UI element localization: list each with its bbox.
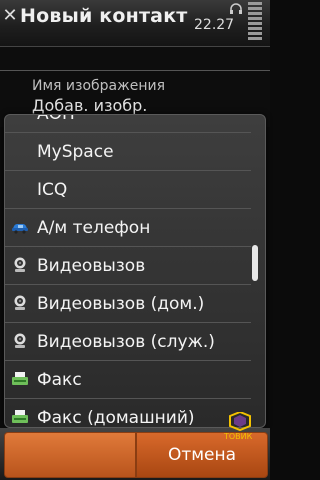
list-item-video-call-work[interactable]: Видеовызов (служ.) [5,323,251,361]
fax-icon [11,409,29,425]
list-item-label: Видеовызов [37,256,146,276]
list-item-fax[interactable]: Факс [5,361,251,399]
list-item-car-phone[interactable]: А/м телефон [5,209,251,247]
webcam-icon [11,257,29,273]
svg-text:ТОВИК: ТОВИК [223,432,253,441]
list-item-myspace[interactable]: MySpace [5,133,251,171]
list-item-label: А/м телефон [37,218,151,238]
list-item-icq[interactable]: ICQ [5,171,251,209]
list-item-label: Видеовызов (дом.) [37,294,205,314]
watermark-logo: ТОВИК [222,412,268,442]
list-item-aon[interactable]: АОН [5,115,251,133]
add-image-field[interactable]: Добав. изобр. [32,96,147,115]
scrollbar[interactable] [252,121,258,421]
car-icon [11,219,29,235]
image-name-label: Имя изображения [32,78,166,94]
left-softkey[interactable] [4,432,136,478]
scrollbar-thumb[interactable] [252,245,258,281]
webcam-icon [11,333,29,349]
field-type-list[interactable]: АОН MySpace ICQ А/м телефон [5,115,251,427]
list-item-label: АОН [37,115,75,124]
list-item-video-call-home[interactable]: Видеовызов (дом.) [5,285,251,323]
headset-icon [229,0,243,14]
field-type-popup: АОН MySpace ICQ А/м телефон [4,114,266,428]
close-icon[interactable]: ✕ [2,5,18,27]
list-item-label: MySpace [37,142,114,162]
fax-icon [11,371,29,387]
divider [0,70,270,71]
list-item-label: ICQ [37,180,68,200]
list-item-label: Видеовызов (служ.) [37,332,215,352]
title-bar: ✕ Новый контакт 22.27 [0,0,270,47]
page-title: Новый контакт [20,5,188,27]
battery-icon [246,2,264,42]
list-item-fax-home[interactable]: Факс (домашний) [5,399,251,427]
list-item-label: Факс [37,370,82,390]
list-item-label: Факс (домашний) [37,408,195,427]
clock: 22.27 [194,17,235,33]
webcam-icon [11,295,29,311]
list-item-video-call[interactable]: Видеовызов [5,247,251,285]
